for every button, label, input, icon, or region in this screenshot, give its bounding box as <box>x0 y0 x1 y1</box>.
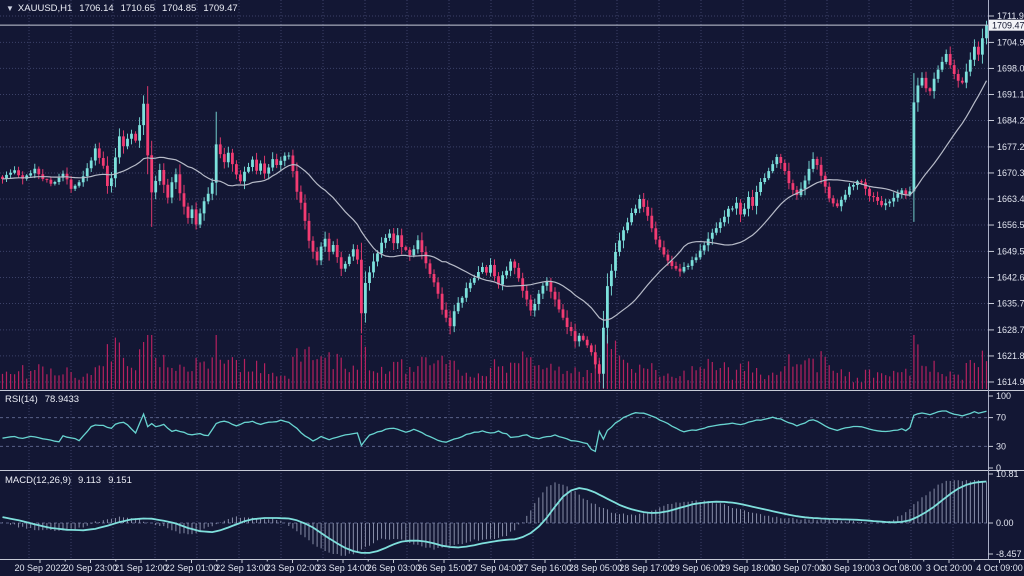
price-tick-label: 1691.10 <box>997 89 1024 99</box>
price-tick-label: 1711.90 <box>997 11 1024 21</box>
price-tick-label: 1704.90 <box>997 37 1024 47</box>
price-tick-label: 1614.90 <box>997 377 1024 387</box>
time-tick-label: 23 Sep 14:00 <box>316 563 370 573</box>
price-tick-label: 1649.50 <box>997 246 1024 256</box>
rsi-tick-label: 30 <box>996 441 1006 451</box>
macd-indicator-label: MACD(12,26,9) 9.113 9.151 <box>5 475 132 486</box>
time-tick-label: 30 Sep 07:00 <box>771 563 825 573</box>
ohlc-low: 1704.85 <box>162 3 196 14</box>
time-tick-label: 23 Sep 02:00 <box>266 563 320 573</box>
time-tick-label: 28 Sep 17:00 <box>619 563 673 573</box>
price-tick-label: 1635.70 <box>997 299 1024 309</box>
rsi-indicator-name: RSI(14) <box>5 394 38 405</box>
time-tick-label: 29 Sep 06:00 <box>670 563 724 573</box>
price-tick-label: 1663.40 <box>997 194 1024 204</box>
rsi-indicator-value: 78.9433 <box>45 394 79 405</box>
rsi-indicator-label: RSI(14) 78.9433 <box>5 394 79 405</box>
time-tick-label: 21 Sep 12:00 <box>114 563 168 573</box>
price-tick-label: 1621.80 <box>997 351 1024 361</box>
price-tick-label: 1642.60 <box>997 272 1024 282</box>
time-tick-label: 30 Sep 19:00 <box>821 563 875 573</box>
chart-title: ▼ XAUUSD,H1 1706.14 1710.65 1704.85 1709.47 <box>6 3 238 14</box>
main-chart-pane[interactable] <box>0 0 988 390</box>
time-tick-label: 22 Sep 13:00 <box>215 563 269 573</box>
macd-tick-label: 10.81 <box>996 469 1019 479</box>
time-tick-label: 28 Sep 05:00 <box>569 563 623 573</box>
time-tick-label: 22 Sep 01:00 <box>165 563 219 573</box>
macd-indicator-name: MACD(12,26,9) <box>5 475 71 486</box>
macd-signal-value: 9.151 <box>108 475 132 486</box>
ohlc-open: 1706.14 <box>79 3 113 14</box>
macd-pane[interactable] <box>0 473 988 559</box>
chart-canvas[interactable]: 1711.90 1704.90 1698.00 1691.10 1684.20 1677.… <box>0 0 1024 576</box>
ohlc-high: 1710.65 <box>121 3 155 14</box>
symbol-marker-icon: ▼ <box>6 4 14 13</box>
time-tick-label: 3 Oct 08:00 <box>875 563 922 573</box>
rsi-tick-label: 70 <box>996 413 1006 423</box>
price-tick-label: 1656.50 <box>997 220 1024 230</box>
rsi-pane[interactable] <box>0 393 988 470</box>
macd-tick-label: 0.00 <box>996 518 1014 528</box>
time-tick-label: 3 Oct 20:00 <box>926 563 973 573</box>
price-tick-label: 1670.30 <box>997 168 1024 178</box>
macd-tick-label: -8.457 <box>996 549 1022 559</box>
time-tick-label: 20 Sep 2022 <box>14 563 65 573</box>
macd-main-value: 9.113 <box>78 475 101 486</box>
price-tick-label: 1628.70 <box>997 325 1024 335</box>
current-price-value: 1709.47 <box>992 21 1024 31</box>
mt4-chart-window: 1711.90 1704.90 1698.00 1691.10 1684.20 1677.… <box>0 0 1024 576</box>
time-tick-label: 27 Sep 16:00 <box>518 563 572 573</box>
time-tick-label: 4 Oct 09:00 <box>976 563 1023 573</box>
symbol-name: XAUUSD,H1 <box>18 3 72 14</box>
time-tick-label: 20 Sep 23:00 <box>64 563 118 573</box>
price-tick-label: 1684.20 <box>997 116 1024 126</box>
time-tick-label: 27 Sep 04:00 <box>468 563 522 573</box>
time-tick-label: 26 Sep 03:00 <box>367 563 421 573</box>
rsi-tick-label: 100 <box>996 391 1011 401</box>
time-tick-label: 26 Sep 15:00 <box>417 563 471 573</box>
time-tick-label: 29 Sep 18:00 <box>720 563 774 573</box>
price-axis[interactable]: 1711.90 1704.90 1698.00 1691.10 1684.20 1677.… <box>988 0 1024 560</box>
ohlc-close: 1709.47 <box>203 3 237 14</box>
time-axis[interactable]: 20 Sep 202220 Sep 23:0021 Sep 12:0022 Se… <box>0 560 1024 576</box>
price-tick-label: 1677.20 <box>997 142 1024 152</box>
price-tick-label: 1698.00 <box>997 63 1024 73</box>
